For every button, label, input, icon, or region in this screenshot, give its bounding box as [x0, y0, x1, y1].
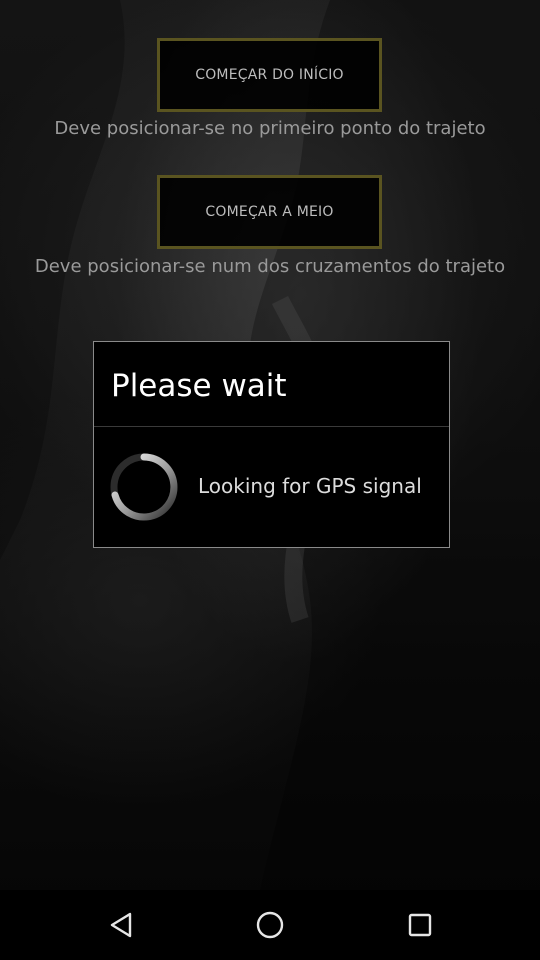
start-from-middle-button[interactable]: COMEÇAR A MEIO — [157, 175, 382, 249]
recent-apps-button[interactable] — [395, 900, 445, 950]
back-button[interactable] — [96, 900, 146, 950]
loading-spinner-icon — [110, 453, 178, 521]
dialog-title: Please wait — [111, 368, 287, 404]
system-navigation-bar — [0, 890, 540, 960]
recent-apps-square-icon — [408, 913, 432, 937]
dialog-message: Looking for GPS signal — [198, 474, 422, 498]
start-from-middle-hint: Deve posicionar-se num dos cruzamentos d… — [34, 256, 506, 277]
dialog-divider — [94, 426, 449, 427]
start-from-beginning-button[interactable]: COMEÇAR DO INÍCIO — [157, 38, 382, 112]
home-button[interactable] — [245, 900, 295, 950]
home-circle-icon — [256, 911, 284, 939]
back-triangle-icon — [110, 912, 132, 938]
start-from-beginning-hint: Deve posicionar-se no primeiro ponto do … — [54, 118, 486, 139]
progress-dialog: Please wait Looking for GPS signal — [93, 341, 450, 548]
